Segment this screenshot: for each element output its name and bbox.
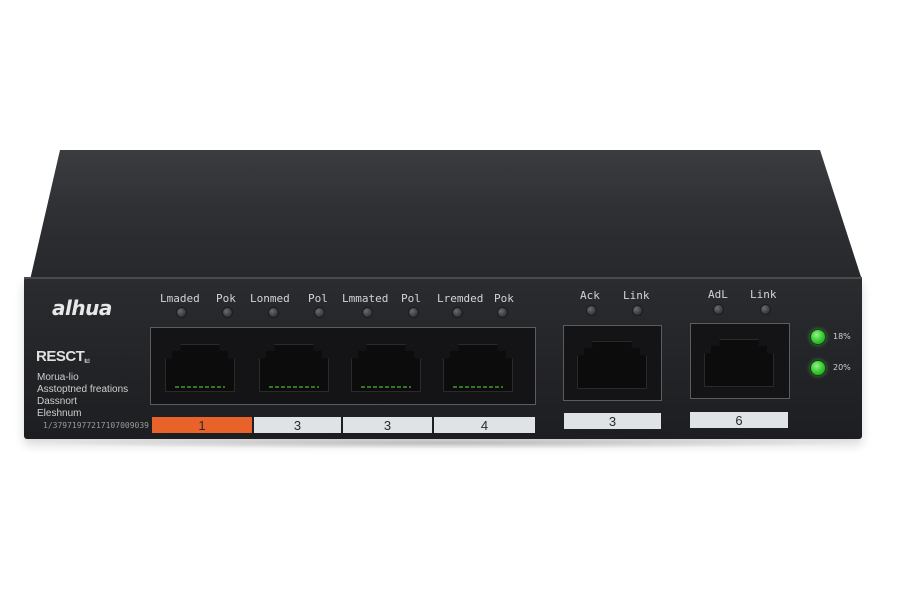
poe-led-icon bbox=[314, 307, 325, 318]
status-led-label: 18% bbox=[833, 332, 851, 341]
led-label: Link bbox=[750, 288, 777, 301]
rj45-socket-icon bbox=[259, 344, 329, 392]
serial-number: 1/37971977217107009039 bbox=[43, 421, 149, 430]
uplink-port-block bbox=[563, 325, 662, 401]
info-line: Dassnort bbox=[37, 396, 78, 407]
led-label: Lmmated bbox=[342, 292, 389, 305]
port-pins bbox=[453, 386, 503, 388]
ethernet-port[interactable] bbox=[696, 329, 782, 391]
link-led-icon bbox=[632, 305, 643, 316]
link-led-icon bbox=[452, 307, 463, 318]
act-led-icon bbox=[586, 305, 597, 316]
poe-led-icon bbox=[497, 307, 508, 318]
poe-port-block bbox=[150, 327, 536, 405]
link-led-icon bbox=[760, 304, 771, 315]
info-line: Asstoptned freations bbox=[37, 384, 129, 395]
info-line: Morua-lio bbox=[37, 372, 79, 383]
port-label: 3 bbox=[254, 417, 341, 433]
switch-top-panel bbox=[30, 150, 862, 280]
led-label: Lonmed bbox=[250, 292, 290, 305]
led-label: Lmaded bbox=[160, 292, 200, 305]
model-logo-text: RESCT bbox=[36, 348, 85, 365]
ethernet-port[interactable] bbox=[343, 334, 429, 396]
link-led-icon bbox=[268, 307, 279, 318]
rj45-socket-icon bbox=[443, 344, 513, 392]
link-led-icon bbox=[362, 307, 373, 318]
port-label: 3 bbox=[564, 413, 661, 429]
rj45-socket-icon bbox=[704, 339, 774, 387]
poe-led-icon bbox=[408, 307, 419, 318]
brand-logo: alhua bbox=[52, 296, 112, 320]
led-label: Pok bbox=[216, 292, 236, 305]
model-logo: RESCTltd bbox=[36, 348, 90, 365]
led-label: AdL bbox=[708, 288, 728, 301]
led-label: Pok bbox=[494, 292, 514, 305]
act-led-icon bbox=[713, 304, 724, 315]
model-logo-suffix: ltd bbox=[84, 359, 90, 365]
uplink-port-block bbox=[690, 323, 790, 399]
info-line: Eleshnum bbox=[37, 408, 82, 419]
port-pins bbox=[269, 386, 319, 388]
poe-led-icon bbox=[222, 307, 233, 318]
network-switch: alhua RESCTltd Morua-lio Asstoptned frea… bbox=[0, 0, 900, 600]
status-led-icon bbox=[810, 360, 826, 376]
rj45-socket-icon bbox=[351, 344, 421, 392]
ethernet-port[interactable] bbox=[157, 334, 243, 396]
ethernet-port[interactable] bbox=[251, 334, 337, 396]
port-label: 4 bbox=[434, 417, 535, 433]
led-label: Pol bbox=[308, 292, 328, 305]
rj45-socket-icon bbox=[165, 344, 235, 392]
ethernet-port[interactable] bbox=[569, 331, 655, 393]
port-label: 1 bbox=[152, 417, 252, 433]
port-pins bbox=[361, 386, 411, 388]
port-pins bbox=[175, 386, 225, 388]
link-led-icon bbox=[176, 307, 187, 318]
status-led-icon bbox=[810, 329, 826, 345]
rj45-socket-icon bbox=[577, 341, 647, 389]
led-label: Link bbox=[623, 289, 650, 302]
ethernet-port[interactable] bbox=[435, 334, 521, 396]
status-led-label: 20% bbox=[833, 363, 851, 372]
led-label: Ack bbox=[580, 289, 600, 302]
port-label: 3 bbox=[343, 417, 432, 433]
port-label: 6 bbox=[690, 412, 788, 428]
led-label: Lremded bbox=[437, 292, 484, 305]
led-label: Pol bbox=[401, 292, 421, 305]
